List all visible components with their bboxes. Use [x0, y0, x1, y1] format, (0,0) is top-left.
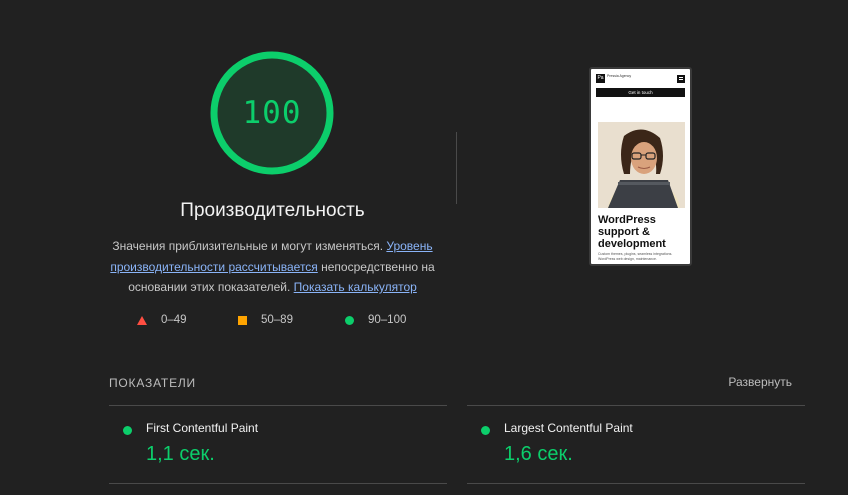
preview-logo: Pa [596, 74, 605, 83]
metric-name: First Contentful Paint [146, 421, 259, 435]
red-triangle-icon [137, 315, 147, 325]
score-legend: 0–49 50–89 90–100 [0, 314, 545, 332]
green-circle-icon [345, 315, 354, 325]
metric-first-contentful-paint: First Contentful Paint 1,1 сек. [123, 421, 443, 471]
preview-heading: WordPress support & development [598, 214, 666, 250]
metric-divider-bottom-left [109, 483, 447, 484]
lighthouse-report: 100 Производительность Значения приблизи… [0, 0, 848, 495]
expand-toggle[interactable]: Развернуть [728, 375, 792, 389]
preview-brand: Pressia Agency [607, 74, 632, 78]
hamburger-menu-icon [677, 75, 685, 83]
category-description: Значения приблизительные и могут изменят… [100, 236, 445, 298]
preview-body-text: Custom themes, plugins, seamless integra… [598, 252, 673, 261]
person-with-laptop-illustration [598, 122, 685, 208]
preview-hero-photo [598, 122, 685, 208]
category-title: Производительность [180, 200, 365, 221]
metric-divider-top-left [109, 405, 447, 406]
performance-gauge: 100 [206, 47, 338, 179]
metric-divider-bottom-right [467, 483, 805, 484]
show-calculator-link[interactable]: Показать калькулятор [294, 280, 417, 294]
metric-name: Largest Contentful Paint [504, 421, 633, 435]
legend-item-fail: 0–49 [137, 314, 187, 326]
preview-cta-button: Get in touch [596, 88, 685, 97]
metric-value: 1,6 сек. [504, 443, 573, 465]
green-circle-icon [123, 426, 132, 435]
green-circle-icon [481, 426, 490, 435]
vertical-divider [456, 132, 457, 204]
metrics-section-label: ПОКАЗАТЕЛИ [109, 376, 196, 390]
legend-label: 50–89 [261, 314, 293, 326]
legend-label: 0–49 [161, 314, 187, 326]
page-screenshot-preview[interactable]: Pa Pressia Agency Get in touch WordPress… [589, 67, 692, 266]
gauge-score: 100 [242, 95, 302, 131]
metric-value: 1,1 сек. [146, 443, 215, 465]
legend-item-average: 50–89 [238, 314, 293, 326]
legend-label: 90–100 [368, 314, 407, 326]
legend-item-pass: 90–100 [345, 314, 406, 326]
metric-largest-contentful-paint: Largest Contentful Paint 1,6 сек. [481, 421, 801, 471]
orange-square-icon [238, 315, 247, 325]
metric-divider-top-right [467, 405, 805, 406]
description-text-1: Значения приблизительные и могут изменят… [112, 239, 387, 253]
